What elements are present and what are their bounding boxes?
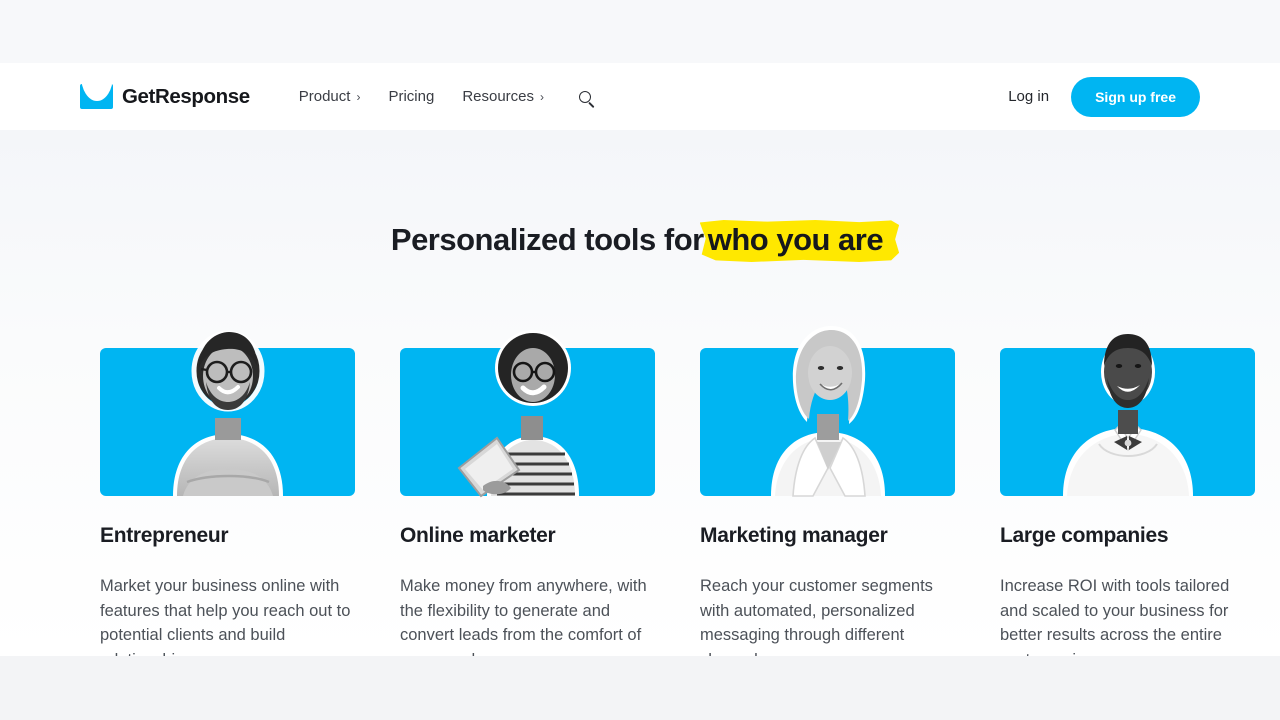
page-bottom-band xyxy=(0,656,1280,720)
persona-card[interactable]: Entrepreneur Market your business online… xyxy=(100,330,355,672)
blonde-woman-in-blazer-portrait xyxy=(753,318,903,497)
nav-item-resources[interactable]: Resources › xyxy=(448,80,558,113)
main-nav: Product › Pricing Resources › xyxy=(285,80,600,113)
persona-card[interactable]: Online marketer Make money from anywhere… xyxy=(400,330,655,672)
search-button[interactable] xyxy=(570,82,600,112)
page-root: GetResponse Product › Pricing Resources … xyxy=(0,0,1280,720)
card-image xyxy=(700,326,955,497)
nav-item-pricing[interactable]: Pricing xyxy=(374,80,448,113)
brand-logo[interactable]: GetResponse xyxy=(80,84,250,109)
top-strip xyxy=(0,0,1280,63)
envelope-icon xyxy=(80,84,113,109)
persona-card[interactable]: Marketing manager Reach your customer se… xyxy=(700,326,955,672)
card-image xyxy=(100,330,355,496)
chevron-right-icon: › xyxy=(356,89,361,104)
page-title: Personalized tools for who you are xyxy=(0,222,1280,258)
card-title: Online marketer xyxy=(400,524,556,547)
man-with-glasses-portrait xyxy=(153,318,303,496)
persona-card-list: Entrepreneur Market your business online… xyxy=(100,326,1255,672)
card-title: Entrepreneur xyxy=(100,524,229,547)
card-image xyxy=(1000,334,1255,496)
woman-with-tablet-portrait xyxy=(453,318,603,498)
nav-item-label: Pricing xyxy=(388,88,435,105)
header-actions: Log in Sign up free xyxy=(1008,76,1200,117)
nav-item-product[interactable]: Product › xyxy=(285,80,375,113)
search-icon xyxy=(579,90,592,103)
nav-item-label: Product xyxy=(298,88,351,105)
chevron-right-icon: › xyxy=(540,89,545,104)
card-title: Large companies xyxy=(1000,524,1169,547)
headline-highlight: who you are xyxy=(704,222,889,258)
card-image xyxy=(400,330,655,498)
man-in-white-sweater-portrait xyxy=(1053,318,1203,496)
persona-card[interactable]: Large companies Increase ROI with tools … xyxy=(1000,334,1255,672)
card-title: Marketing manager xyxy=(700,524,888,547)
brand-name: GetResponse xyxy=(122,84,250,108)
login-link[interactable]: Log in xyxy=(1008,88,1049,105)
site-header: GetResponse Product › Pricing Resources … xyxy=(0,63,1280,130)
signup-free-button[interactable]: Sign up free xyxy=(1071,76,1200,117)
nav-item-label: Resources xyxy=(462,88,535,105)
headline-prefix: Personalized tools for xyxy=(390,222,704,257)
